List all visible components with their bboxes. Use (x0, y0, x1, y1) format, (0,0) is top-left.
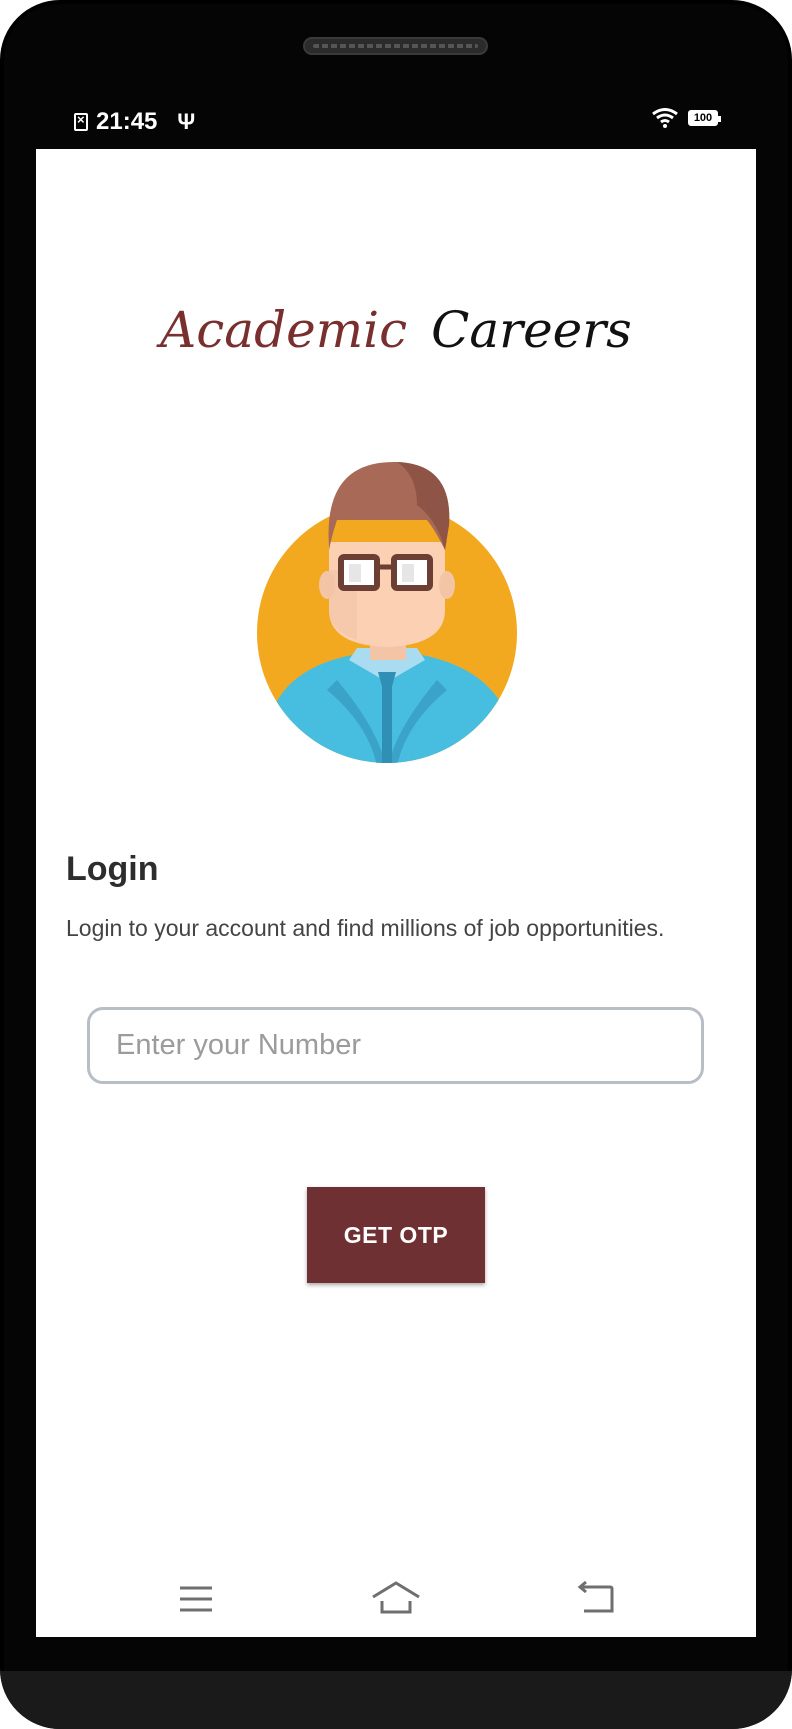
battery-level: 100 (693, 112, 713, 124)
system-navigation-bar (36, 1569, 756, 1629)
status-right: 100 (652, 108, 721, 128)
back-icon[interactable] (566, 1569, 626, 1629)
earpiece-speaker (303, 37, 488, 55)
sim-error-icon (74, 112, 88, 131)
usb-icon: Ψ (177, 109, 196, 134)
wifi-icon (652, 108, 678, 128)
app-screen: Academic Careers Login Login to your acc… (36, 149, 756, 1637)
menu-icon[interactable] (166, 1569, 226, 1629)
page-title: Login (66, 850, 159, 888)
page-subtitle: Login to your account and find millions … (66, 915, 665, 941)
home-icon[interactable] (366, 1569, 426, 1629)
battery-icon: 100 (688, 110, 721, 126)
status-left: 21:45 Ψ (74, 108, 195, 136)
brand-academic: Academic (160, 301, 408, 359)
status-time: 21:45 (96, 108, 158, 135)
get-otp-button[interactable]: GET OTP (307, 1187, 485, 1283)
brand-careers: Careers (431, 301, 632, 359)
phone-frame: 21:45 Ψ 100 Academic Careers (0, 0, 792, 1729)
user-avatar-illustration (257, 461, 517, 763)
phone-bottom-bezel (0, 1671, 792, 1729)
app-logo: Academic Careers (36, 301, 756, 359)
phone-number-input[interactable] (87, 1007, 704, 1084)
status-bar: 21:45 Ψ 100 (36, 100, 756, 144)
